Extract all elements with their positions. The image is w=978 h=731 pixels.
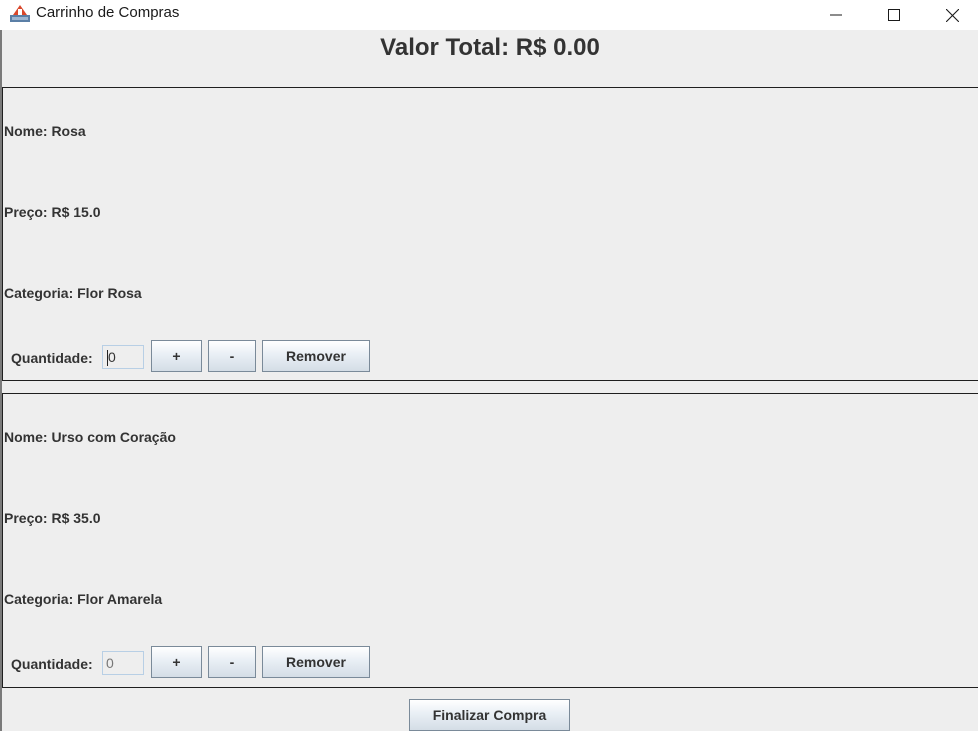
close-icon	[945, 8, 959, 22]
quantity-label: Quantidade:	[11, 656, 93, 672]
product-panel: Nome: Rosa Preço: R$ 15.0 Categoria: Flo…	[2, 87, 978, 381]
product-price: Preço: R$ 15.0	[4, 204, 101, 220]
java-app-icon	[9, 3, 31, 23]
product-price: Preço: R$ 35.0	[4, 510, 101, 526]
minimize-button[interactable]	[813, 0, 859, 30]
window-title: Carrinho de Compras	[36, 4, 180, 21]
remove-button[interactable]: Remover	[262, 646, 370, 678]
product-name: Nome: Urso com Coração	[4, 429, 176, 445]
finalize-purchase-button[interactable]: Finalizar Compra	[409, 699, 570, 731]
maximize-button[interactable]	[871, 0, 917, 30]
quantity-value: 0	[108, 349, 116, 365]
product-panel: Nome: Urso com Coração Preço: R$ 35.0 Ca…	[2, 393, 978, 688]
remove-button[interactable]: Remover	[262, 340, 370, 372]
minimize-icon	[830, 14, 842, 16]
close-button[interactable]	[929, 0, 975, 30]
product-name: Nome: Rosa	[4, 123, 86, 139]
decrease-button[interactable]: -	[208, 340, 256, 372]
quantity-row: Quantidade: 0 + - Remover	[3, 340, 403, 374]
quantity-field[interactable]: 0	[102, 651, 144, 675]
total-value-label: Valor Total: R$ 0.00	[380, 34, 600, 61]
title-bar: Carrinho de Compras	[0, 0, 978, 30]
increase-button[interactable]: +	[151, 646, 202, 678]
increase-button[interactable]: +	[151, 340, 202, 372]
maximize-icon	[888, 9, 900, 21]
quantity-label: Quantidade:	[11, 350, 93, 366]
quantity-row: Quantidade: 0 + - Remover	[3, 646, 403, 680]
quantity-field[interactable]: 0	[102, 345, 144, 369]
decrease-button[interactable]: -	[208, 646, 256, 678]
product-category: Categoria: Flor Rosa	[4, 285, 142, 301]
product-category: Categoria: Flor Amarela	[4, 591, 163, 607]
